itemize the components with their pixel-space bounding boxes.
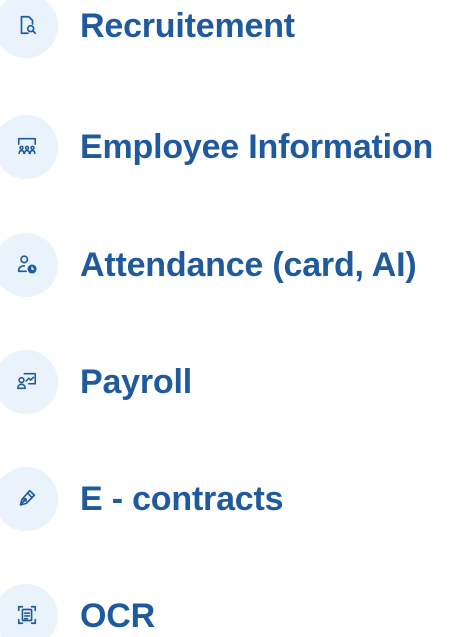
feature-label: OCR [80,597,155,635]
feature-label: Recruitement [80,7,295,45]
feature-item-payroll[interactable]: Payroll [0,350,454,414]
feature-label: E - contracts [80,480,284,518]
pen-icon [19,489,36,506]
icon-badge [0,115,58,179]
document-scan-icon [17,605,37,625]
feature-label: Payroll [80,363,192,401]
feature-item-ocr[interactable]: OCR [0,584,454,637]
feature-label: Attendance (card, AI) [80,246,417,284]
group-users-icon [17,137,37,155]
icon-badge [0,350,58,414]
icon-badge [0,584,58,637]
icon-badge [0,0,58,58]
user-chart-icon [17,372,37,390]
user-clock-icon [17,255,37,274]
feature-item-recruitment[interactable]: Recruitement [0,0,454,58]
feature-item-employee-information[interactable]: Employee Information [0,115,454,179]
document-search-icon [20,15,37,35]
feature-item-e-contracts[interactable]: E - contracts [0,467,454,531]
icon-badge [0,467,58,531]
feature-list: Recruitement Employee Information Attend… [0,0,454,637]
feature-label: Employee Information [80,128,434,166]
feature-item-attendance[interactable]: Attendance (card, AI) [0,233,454,297]
icon-badge [0,233,58,297]
